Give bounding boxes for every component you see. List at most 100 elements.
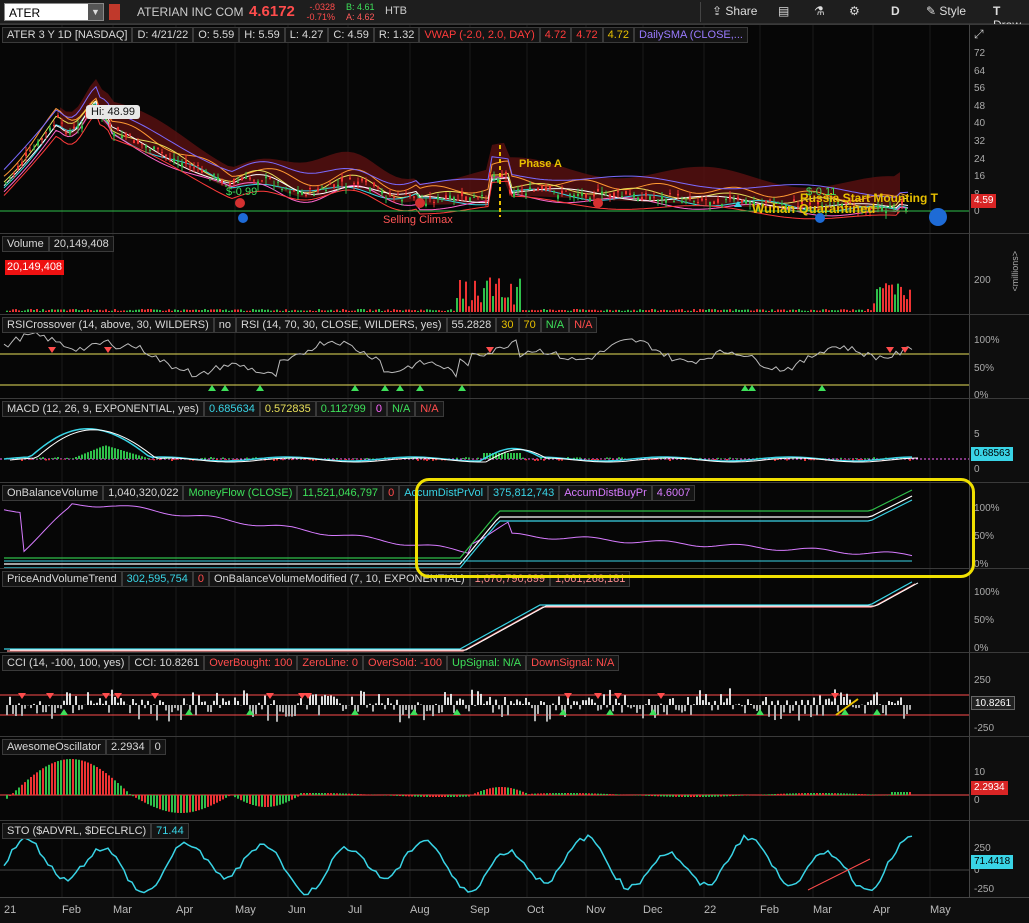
macd-histogram	[66, 457, 68, 459]
period-button[interactable]: D	[891, 4, 900, 18]
macd-pane[interactable]: MACD (12, 26, 9, EXPONENTIAL, yes) 0.6856…	[0, 398, 969, 482]
macd-histogram	[132, 453, 134, 459]
macd-header-item[interactable]: MACD (12, 26, 9, EXPONENTIAL, yes)	[2, 401, 204, 417]
cci-bar	[726, 698, 728, 705]
ao-pane[interactable]: AwesomeOscillator 2.2934 0	[0, 736, 969, 820]
volume-bar	[570, 310, 572, 312]
share-button[interactable]: ⇪ Share	[712, 4, 757, 18]
pvt-header-item[interactable]: PriceAndVolumeTrend	[2, 571, 122, 587]
cci-pane[interactable]: CCI (14, -100, 100, yes) CCI: 10.8261 Over…	[0, 652, 969, 736]
style-button[interactable]: ✎ Style	[926, 4, 966, 18]
ao-bar	[456, 795, 458, 797]
cci-header-item[interactable]: CCI (14, -100, 100, yes)	[2, 655, 130, 671]
ao-bar	[315, 793, 317, 795]
volume-bar	[27, 309, 29, 312]
ao-bar	[21, 784, 23, 795]
macd-axis[interactable]: 5 0 0.68563	[969, 398, 1029, 482]
macd-histogram	[210, 457, 212, 459]
price-header-item: DailySMA (CLOSE,...	[634, 27, 748, 43]
buy-arrow	[381, 385, 389, 391]
volume-bar	[387, 309, 389, 312]
cci-bar	[525, 697, 527, 705]
symbol-dropdown-icon[interactable]: ▼	[88, 4, 103, 20]
ao-bar	[126, 791, 128, 795]
macd-histogram	[108, 446, 110, 459]
price-axis[interactable]: ⤢ 726456484032241680 4.59	[969, 24, 1029, 233]
rsi-header-item[interactable]: RSICrossover (14, above, 30, WILDERS)	[2, 317, 214, 333]
ao-bar	[186, 795, 188, 813]
sto-header-item[interactable]: STO ($ADVRL, $DECLRLC)	[2, 823, 152, 839]
ao-bar	[273, 795, 275, 807]
ao-bar	[441, 795, 443, 797]
volume-bar	[234, 309, 236, 312]
candle-body	[377, 186, 379, 188]
cci-bar	[738, 703, 740, 705]
studies-button[interactable]: ⚗	[814, 4, 825, 18]
ao-bar	[486, 789, 488, 795]
macd-histogram	[138, 455, 140, 459]
ao-bar	[666, 795, 668, 797]
price-header-item: H: 5.59	[239, 27, 285, 43]
time-axis[interactable]: 21 Feb Mar Apr May Jun Jul Aug Sep Oct Nov Dec 22 Feb…	[0, 897, 1029, 923]
volume-bar	[819, 310, 821, 312]
notes-button[interactable]: ▤	[778, 4, 789, 18]
price-header-item[interactable]: ATER 3 Y 1D [NASDAQ]	[2, 27, 133, 43]
ao-bar	[579, 793, 581, 795]
ao-bar	[474, 793, 476, 795]
cci-axis[interactable]: 250 -250 10.8261	[969, 652, 1029, 736]
cci-bar	[360, 690, 362, 705]
volume-axis[interactable]: 200 <millions>	[969, 233, 1029, 314]
volume-pane[interactable]: Volume 20,149,408 20,149,408	[0, 233, 969, 314]
candle-body	[633, 194, 635, 198]
candle-body	[297, 190, 299, 194]
time-axis-label: Mar	[113, 904, 132, 916]
ao-bar	[135, 795, 137, 798]
candle-body	[341, 177, 343, 182]
candle-body	[169, 158, 171, 160]
cci-bar	[9, 696, 11, 705]
cci-bar	[261, 705, 263, 710]
settings-button[interactable]: ⚙	[849, 4, 860, 18]
volume-bar	[363, 309, 365, 312]
volume-bar	[288, 310, 290, 312]
volume-bar	[231, 310, 233, 312]
sell-arrow	[657, 693, 665, 699]
pvt-axis[interactable]: 100% 50% 0%	[969, 568, 1029, 654]
cci-bar	[660, 703, 662, 705]
cci-bar	[705, 694, 707, 705]
price-pane[interactable]: ATER 3 Y 1D [NASDAQ] D: 4/21/22 O: 5.59 H: …	[0, 24, 969, 233]
candle-body	[509, 189, 511, 194]
rsi-axis[interactable]: 100% 50% 0%	[969, 314, 1029, 401]
ao-header-item[interactable]: AwesomeOscillator	[2, 739, 106, 755]
ao-bar	[834, 793, 836, 795]
macd-histogram	[462, 457, 464, 459]
ao-bar	[507, 787, 509, 795]
obv-header-item[interactable]: OnBalanceVolume	[2, 485, 104, 501]
sto-axis[interactable]: 250 0 -250 71.4418	[969, 820, 1029, 897]
rsi-pane[interactable]: RSICrossover (14, above, 30, WILDERS) no R…	[0, 314, 969, 398]
cci-bar	[765, 697, 767, 705]
ao-bar	[513, 788, 515, 795]
collapse-icon[interactable]: ⤢	[974, 27, 984, 42]
volume-bar	[276, 309, 278, 312]
sto-pane[interactable]: STO ($ADVRL, $DECLRLC) 71.44	[0, 820, 969, 897]
candle-body	[645, 193, 647, 197]
obv-axis[interactable]: 100% 50% 0%	[969, 482, 1029, 570]
candle-body	[117, 127, 119, 131]
sell-arrow	[48, 347, 56, 353]
candle-body	[585, 193, 587, 198]
rsi-header-item: 30	[496, 317, 519, 333]
pvt-pane[interactable]: PriceAndVolumeTrend 302,595,754 0 OnBalance…	[0, 568, 969, 652]
volume-bar	[357, 309, 359, 312]
ao-bar	[216, 795, 218, 803]
ao-bar	[213, 795, 215, 805]
volume-header-item[interactable]: Volume	[2, 236, 49, 252]
volume-bar	[513, 304, 515, 312]
candle-body	[441, 198, 443, 200]
ao-axis[interactable]: 10 0 2.2934	[969, 736, 1029, 820]
volume-bar	[882, 288, 884, 312]
cci-bar	[105, 700, 107, 705]
volume-bar	[174, 309, 176, 312]
symbol-flag-icon[interactable]	[109, 4, 120, 20]
volume-bar	[891, 284, 893, 312]
